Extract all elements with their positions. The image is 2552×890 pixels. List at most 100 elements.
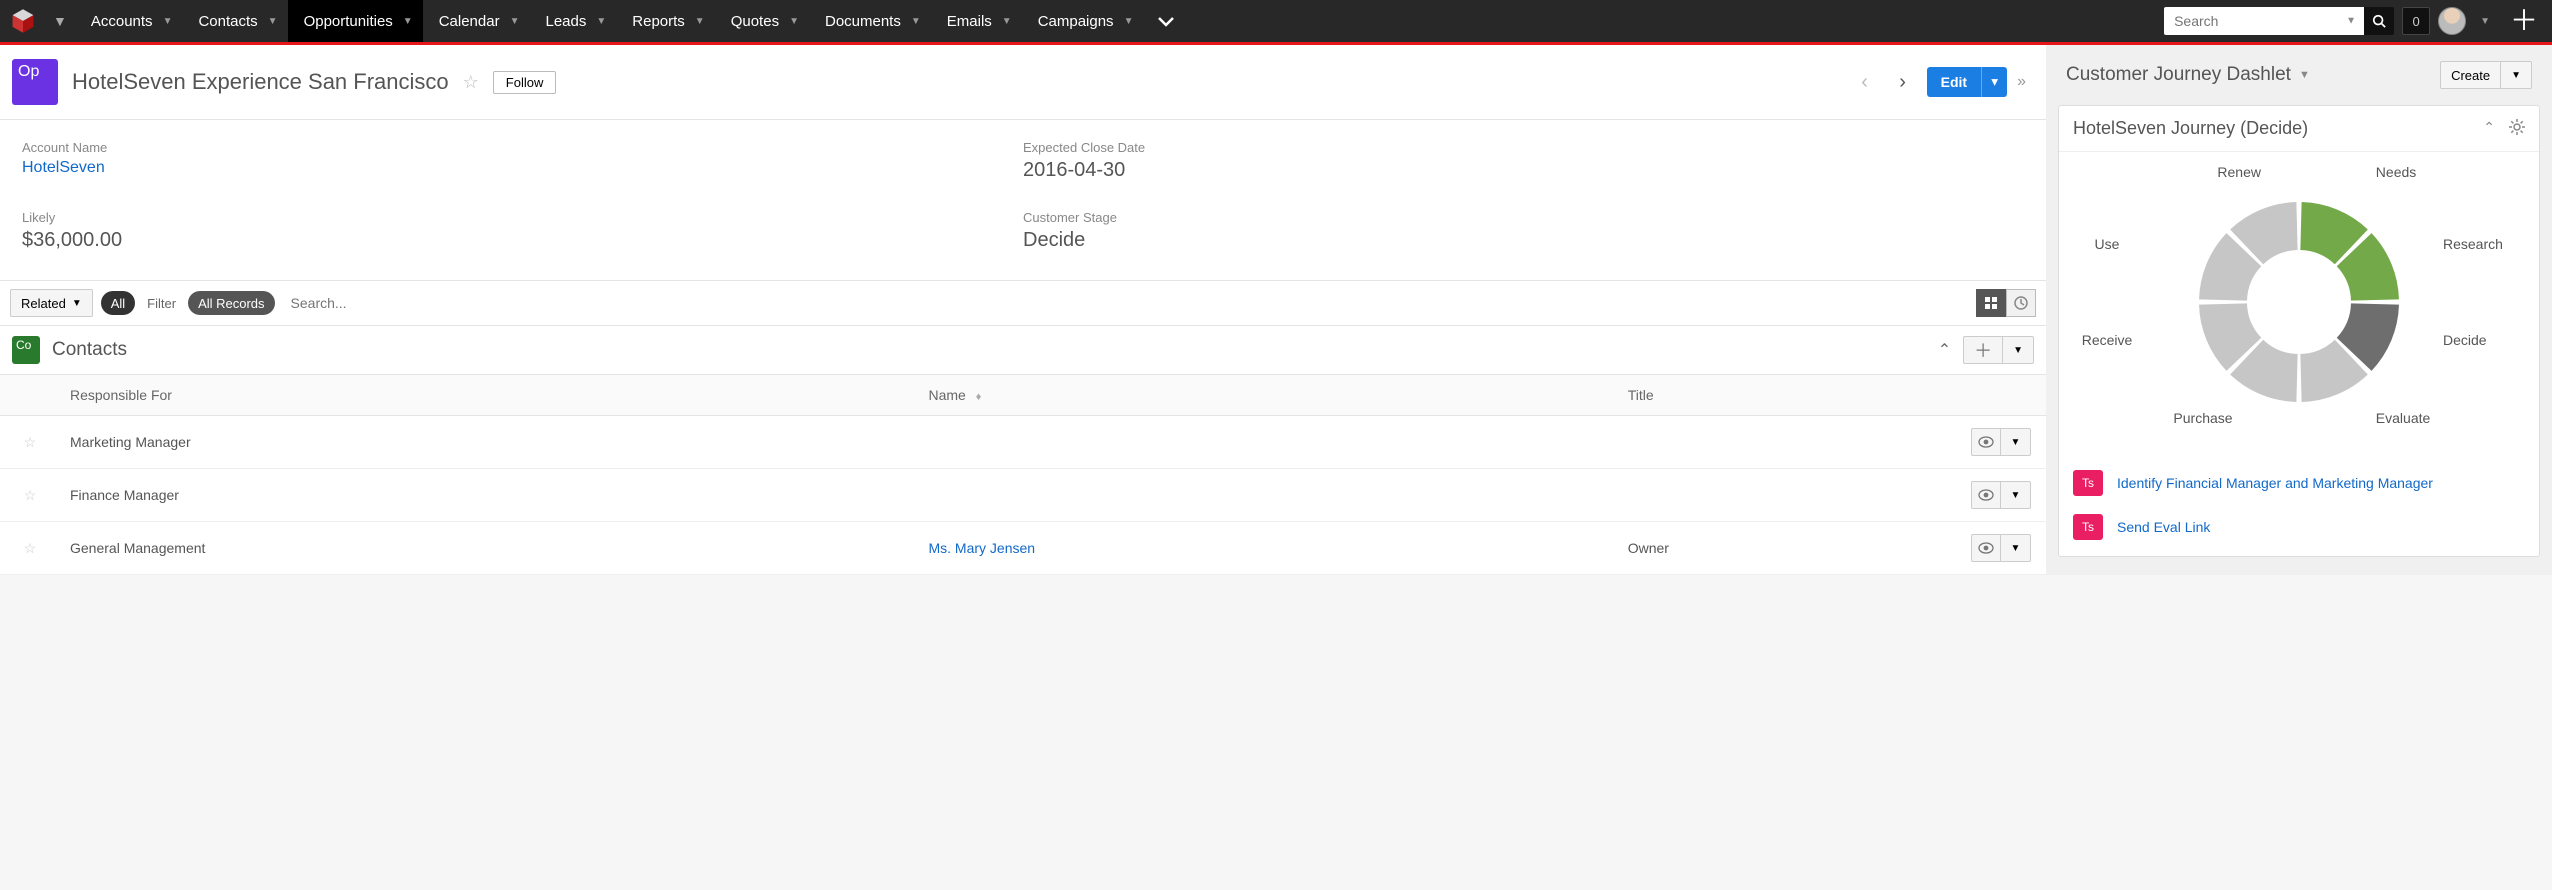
- contacts-module-badge: Co: [12, 336, 40, 364]
- notification-count[interactable]: 0: [2402, 7, 2430, 35]
- filter-all-records-pill[interactable]: All Records: [188, 291, 274, 315]
- account-link[interactable]: HotelSeven: [22, 159, 1023, 177]
- follow-button[interactable]: Follow: [493, 71, 557, 94]
- nav-item-opportunities[interactable]: Opportunities ▼: [288, 0, 423, 42]
- caret-down-icon[interactable]: ▼: [403, 16, 413, 27]
- filter-label: Filter: [143, 296, 180, 311]
- nav-item-reports[interactable]: Reports▼: [616, 0, 714, 42]
- row-favorite-icon[interactable]: ☆: [24, 540, 37, 556]
- row-favorite-icon[interactable]: ☆: [24, 434, 37, 450]
- table-row[interactable]: ☆Finance Manager▼: [0, 469, 2046, 522]
- field-expected-close: Expected Close Date 2016-04-30: [1023, 140, 2024, 182]
- journey-card-title: HotelSeven Journey (Decide): [2073, 118, 2308, 139]
- col-title[interactable]: Title: [1618, 375, 1956, 416]
- brand-logo[interactable]: [0, 0, 45, 42]
- row-actions-dropdown[interactable]: ▼: [2001, 428, 2031, 456]
- module-badge: Op: [12, 59, 58, 105]
- field-label: Customer Stage: [1023, 210, 2024, 225]
- caret-down-icon: ▼: [72, 298, 82, 309]
- edit-button[interactable]: Edit ▾: [1927, 67, 2007, 97]
- nav-item-emails[interactable]: Emails▼: [931, 0, 1022, 42]
- search-button[interactable]: [2364, 7, 2394, 35]
- related-toolbar: Related ▼ All Filter All Records: [0, 281, 2046, 326]
- table-row[interactable]: ☆Marketing Manager▼: [0, 416, 2046, 469]
- task-link[interactable]: Identify Financial Manager and Marketing…: [2117, 475, 2433, 491]
- activity-view-button[interactable]: [2006, 289, 2036, 317]
- sidebar-title: Customer Journey Dashlet: [2066, 64, 2291, 86]
- cell-title: [1618, 469, 1956, 522]
- caret-down-icon[interactable]: ▼: [510, 16, 520, 27]
- grid-view-button[interactable]: [1976, 289, 2006, 317]
- contacts-add-group: ＋ ▼: [1963, 336, 2034, 364]
- chevron-down-icon: [1157, 15, 1175, 27]
- user-avatar[interactable]: [2438, 7, 2466, 35]
- row-actions-dropdown[interactable]: ▼: [2001, 481, 2031, 509]
- cube-icon: [10, 8, 36, 34]
- edit-dropdown-caret[interactable]: ▾: [1981, 67, 2007, 97]
- filter-all-pill[interactable]: All: [101, 291, 135, 315]
- card-collapse-icon[interactable]: ⌃: [2483, 119, 2495, 138]
- card-settings-icon[interactable]: [2509, 119, 2525, 138]
- caret-down-icon[interactable]: ▼: [268, 16, 278, 27]
- caret-down-icon[interactable]: ▼: [163, 16, 173, 27]
- row-favorite-icon[interactable]: ☆: [24, 487, 37, 503]
- table-row[interactable]: ☆General ManagementMs. Mary JensenOwner▼: [0, 522, 2046, 575]
- nav-item-label: Opportunities: [304, 13, 393, 30]
- add-contact-dropdown[interactable]: ▼: [2003, 336, 2034, 364]
- field-value: Decide: [1023, 229, 2024, 252]
- add-contact-button[interactable]: ＋: [1963, 336, 2003, 364]
- cell-name: Ms. Mary Jensen: [918, 522, 1617, 575]
- sidebar: Customer Journey Dashlet ▼ Create ▼ Hote…: [2046, 45, 2552, 575]
- col-responsible[interactable]: Responsible For: [60, 375, 918, 416]
- caret-down-icon[interactable]: ▼: [596, 16, 606, 27]
- create-dropdown[interactable]: ▼: [2501, 61, 2532, 89]
- related-search-input[interactable]: [283, 289, 1968, 317]
- sidebar-title-caret[interactable]: ▼: [2299, 69, 2310, 81]
- sort-indicator-icon: ♦: [976, 391, 982, 403]
- caret-down-icon[interactable]: ▼: [1002, 16, 1012, 27]
- related-dropdown[interactable]: Related ▼: [10, 289, 93, 317]
- row-preview-button[interactable]: [1971, 481, 2001, 509]
- wheel-label-renew: Renew: [2217, 164, 2261, 180]
- nav-item-campaigns[interactable]: Campaigns▼: [1022, 0, 1144, 42]
- wheel-label-research: Research: [2443, 236, 2503, 252]
- caret-down-icon[interactable]: ▼: [911, 16, 921, 27]
- caret-down-icon[interactable]: ▼: [1124, 16, 1134, 27]
- quick-create-button[interactable]: ＋: [2504, 7, 2538, 35]
- nav-item-leads[interactable]: Leads▼: [529, 0, 616, 42]
- brand-menu-caret[interactable]: ▼: [45, 0, 75, 42]
- field-customer-stage: Customer Stage Decide: [1023, 210, 2024, 252]
- row-preview-button[interactable]: [1971, 534, 2001, 562]
- nav-item-accounts[interactable]: Accounts▼: [75, 0, 183, 42]
- prev-record-button[interactable]: ‹: [1851, 68, 1879, 96]
- search-icon: [2372, 14, 2386, 28]
- col-name[interactable]: Name ♦: [918, 375, 1617, 416]
- nav-item-quotes[interactable]: Quotes▼: [715, 0, 809, 42]
- contacts-subpanel-title: Contacts: [52, 339, 127, 361]
- create-button[interactable]: Create: [2440, 61, 2501, 89]
- task-link[interactable]: Send Eval Link: [2117, 519, 2210, 535]
- journey-task-list: TsIdentify Financial Manager and Marketi…: [2059, 470, 2539, 556]
- user-menu-caret[interactable]: ▼: [2474, 16, 2496, 27]
- caret-down-icon[interactable]: ▼: [695, 16, 705, 27]
- contact-link[interactable]: Ms. Mary Jensen: [928, 540, 1035, 556]
- field-account-name: Account Name HotelSeven: [22, 140, 1023, 182]
- cell-responsible: General Management: [60, 522, 918, 575]
- more-actions-icon[interactable]: »: [2017, 73, 2026, 91]
- row-actions-dropdown[interactable]: ▼: [2001, 534, 2031, 562]
- field-label: Expected Close Date: [1023, 140, 2024, 155]
- search-input[interactable]: [2164, 7, 2364, 35]
- caret-down-icon[interactable]: ▼: [789, 16, 799, 27]
- nav-item-contacts[interactable]: Contacts▼: [182, 0, 287, 42]
- field-label: Likely: [22, 210, 1023, 225]
- collapse-caret-icon[interactable]: ⌃: [1938, 340, 1951, 360]
- nav-item-calendar[interactable]: Calendar▼: [423, 0, 530, 42]
- task-row[interactable]: TsIdentify Financial Manager and Marketi…: [2073, 470, 2525, 496]
- task-row[interactable]: TsSend Eval Link: [2073, 514, 2525, 540]
- related-view-toggle: [1976, 289, 2036, 317]
- nav-item-documents[interactable]: Documents▼: [809, 0, 931, 42]
- row-preview-button[interactable]: [1971, 428, 2001, 456]
- favorite-star-icon[interactable]: ☆: [463, 72, 479, 93]
- nav-overflow-chevron[interactable]: [1143, 0, 1189, 42]
- next-record-button[interactable]: ›: [1889, 68, 1917, 96]
